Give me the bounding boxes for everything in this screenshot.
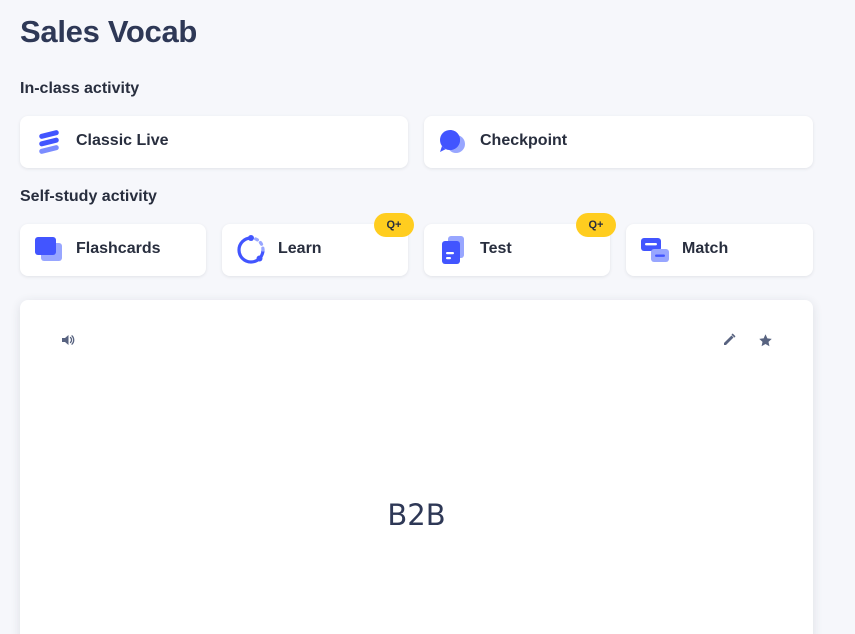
classic-live-icon xyxy=(34,128,64,156)
star-icon[interactable] xyxy=(753,328,777,352)
match-label: Match xyxy=(682,240,729,257)
pencil-icon[interactable] xyxy=(717,328,741,352)
checkpoint-button[interactable]: Checkpoint xyxy=(424,116,813,168)
test-icon xyxy=(438,236,468,264)
flashcards-button[interactable]: Flashcards xyxy=(20,224,206,276)
test-label: Test xyxy=(480,240,512,257)
learn-button[interactable]: Learn Q+ xyxy=(222,213,414,276)
learn-label: Learn xyxy=(278,240,322,257)
match-icon xyxy=(640,236,670,264)
plus-badge: Q+ xyxy=(576,213,616,237)
checkpoint-icon xyxy=(438,128,468,156)
match-button[interactable]: Match xyxy=(626,224,813,276)
plus-badge: Q+ xyxy=(374,213,414,237)
flashcard[interactable]: B2B xyxy=(20,300,813,634)
classic-live-label: Classic Live xyxy=(76,132,169,149)
checkpoint-label: Checkpoint xyxy=(480,132,568,149)
flashcards-label: Flashcards xyxy=(76,240,161,257)
self-study-heading: Self-study activity xyxy=(20,188,157,205)
page-title: Sales Vocab xyxy=(20,14,198,49)
in-class-heading: In-class activity xyxy=(20,80,140,97)
flashcard-term: B2B xyxy=(387,498,446,532)
learn-icon xyxy=(236,235,266,264)
flashcards-icon xyxy=(34,236,64,264)
speaker-icon[interactable] xyxy=(56,328,80,352)
classic-live-button[interactable]: Classic Live xyxy=(20,116,408,168)
test-button[interactable]: Test Q+ xyxy=(424,213,616,276)
